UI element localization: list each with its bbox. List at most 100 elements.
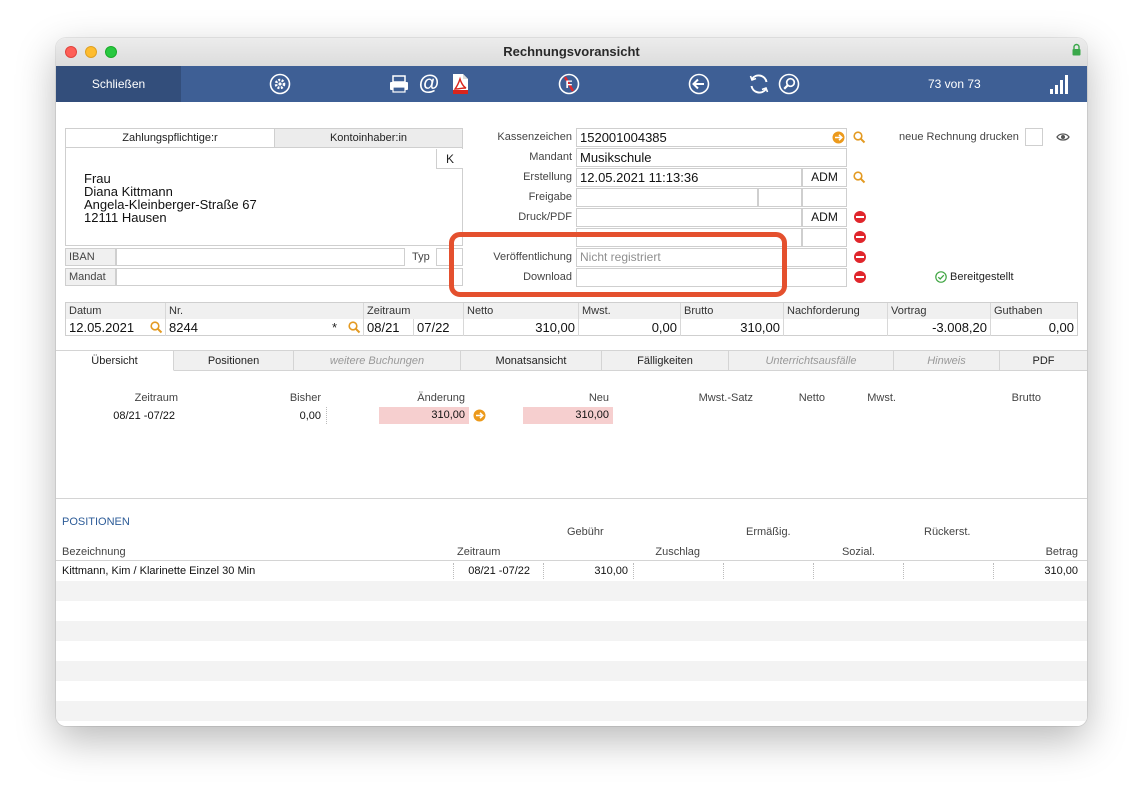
grid-header-datum: Datum [66,303,166,319]
mandant-label: Mandant [529,151,572,163]
overview-header-mwst: Mwst. [867,392,896,404]
overview-header-mwst-satz: Mwst.-Satz [698,392,753,404]
tab-pdf[interactable]: PDF [1000,351,1087,371]
eye-icon[interactable] [1056,132,1070,142]
positions-header-ermaessig: Ermäßig. [746,526,791,538]
neue-rechnung-label: neue Rechnung drucken [899,131,1019,143]
positions-header-zuschlag: Zuschlag [655,546,700,558]
lock-icon [1072,43,1081,56]
arrow-left-icon[interactable] [688,73,710,95]
datum-text: 12.05.2021 [69,320,135,335]
search-icon[interactable] [778,73,800,95]
close-button[interactable]: Schließen [56,66,181,102]
payer-address: Frau Diana Kittmann Angela-Kleinberger-S… [84,172,257,224]
record-counter: 73 von 73 [928,77,981,91]
search-icon[interactable] [348,321,361,334]
hidden-user-field[interactable] [802,228,847,247]
divider [813,563,814,579]
druck-user-field[interactable]: ADM [802,208,847,227]
position-gebuehr: 310,00 [594,565,628,577]
mandant-field[interactable]: Musikschule [576,148,847,167]
zeitraum-from-value[interactable]: 08/21 [364,319,414,336]
position-bezeichnung: Kittmann, Kim / Klarinette Einzel 30 Min [62,565,256,577]
grid-header-nr: Nr. [166,303,364,319]
positions-header-bezeichnung: Bezeichnung [62,546,126,558]
grid-header-netto: Netto [464,303,579,319]
tab-weitere-buchungen[interactable]: weitere Buchungen [294,351,461,371]
erstellung-field[interactable]: 12.05.2021 11:13:36 [576,168,802,187]
typ-label: Typ [412,251,430,263]
freigabe-user-field[interactable] [802,188,847,207]
tab-bar: Übersicht Positionen weitere Buchungen M… [56,350,1087,371]
highlight-box [449,232,787,297]
summary-grid: Datum Nr. Zeitraum Netto Mwst. Brutto Na… [65,302,1078,336]
vortrag-value: -3.008,20 [888,319,991,336]
grid-header-vortrag: Vortrag [888,303,991,319]
tab-unterrichtsausfaelle[interactable]: Unterrichtsausfälle [729,351,894,371]
kassenzeichen-label: Kassenzeichen [497,131,572,143]
bereitgestellt-label: Bereitgestellt [950,271,1014,283]
arrow-right-icon[interactable] [832,131,845,144]
search-icon[interactable] [150,321,163,334]
tab-faelligkeiten[interactable]: Fälligkeiten [602,351,729,371]
zeitraum-to-value[interactable]: 07/22 [414,319,464,336]
divider [993,563,994,579]
positions-header-sozial: Sozial. [841,546,875,558]
list-item [56,601,1087,621]
positions-title: POSITIONEN [62,516,130,528]
grid-header-nachforderung: Nachforderung [784,303,888,319]
overview-header-bisher: Bisher [289,392,321,404]
tab-positionen[interactable]: Positionen [174,351,294,371]
freigabe-field[interactable] [576,188,758,207]
invoice-preview-window: Rechnungsvoransicht Schließen @ F 73 von… [56,38,1087,726]
arrow-right-icon[interactable] [473,409,486,422]
iban-field[interactable] [116,248,405,266]
pdf-icon[interactable] [449,73,471,95]
mandat-field[interactable] [116,268,463,286]
position-betrag: 310,00 [1044,565,1078,577]
neue-rechnung-checkbox[interactable] [1025,128,1043,146]
table-row[interactable]: Kittmann, Kim / Klarinette Einzel 30 Min… [56,561,1087,581]
search-icon[interactable] [853,131,866,144]
positions-header-rueckerst: Rückerst. [924,526,971,538]
tab-payer[interactable]: Zahlungspflichtige:r [66,129,275,148]
section-divider [56,498,1087,499]
erstellung-user-field[interactable]: ADM [802,168,847,187]
brutto-value: 310,00 [681,319,784,336]
tab-monatsansicht[interactable]: Monatsansicht [461,351,602,371]
grid-header-brutto: Brutto [681,303,784,319]
list-item [56,701,1087,721]
freigabe-extra-field[interactable] [758,188,802,207]
kassenzeichen-field[interactable]: 152001004385 [576,128,847,147]
grid-header-guthaben: Guthaben [991,303,1077,319]
positions-header-gebuehr: Gebühr [567,526,604,538]
iban-label: IBAN [65,248,116,266]
divider [453,563,454,579]
at-icon[interactable]: @ [418,73,440,95]
list-item [56,581,1087,601]
search-icon[interactable] [853,171,866,184]
remove-veroeffentlichung-icon[interactable] [854,251,866,263]
druck-label: Druck/PDF [518,211,572,223]
payer-panel: Zahlungspflichtige:r Kontoinhaber:in K F… [65,128,463,246]
tab-hinweis[interactable]: Hinweis [894,351,1000,371]
remove-druck-icon[interactable] [854,211,866,223]
remove-download-icon[interactable] [854,271,866,283]
overview-aenderung: 310,00 [379,407,469,424]
tab-account-holder[interactable]: Kontoinhaber:in [275,129,462,148]
tab-uebersicht[interactable]: Übersicht [56,351,174,371]
druck-field[interactable] [576,208,802,227]
printer-icon[interactable] [388,73,410,95]
signal-bars-icon[interactable] [1049,74,1071,96]
grid-header-mwst: Mwst. [579,303,681,319]
overview-header-aenderung: Änderung [417,392,465,404]
no-entry-icon[interactable]: F [558,73,580,95]
nachforderung-value [784,319,888,336]
list-item [56,661,1087,681]
divider [326,407,327,424]
refresh-icon[interactable] [748,73,770,95]
check-circle-icon [935,271,947,283]
remove-hidden-row-icon[interactable] [854,231,866,243]
gear-icon[interactable] [269,73,291,95]
nr-text: 8244 [169,320,198,335]
